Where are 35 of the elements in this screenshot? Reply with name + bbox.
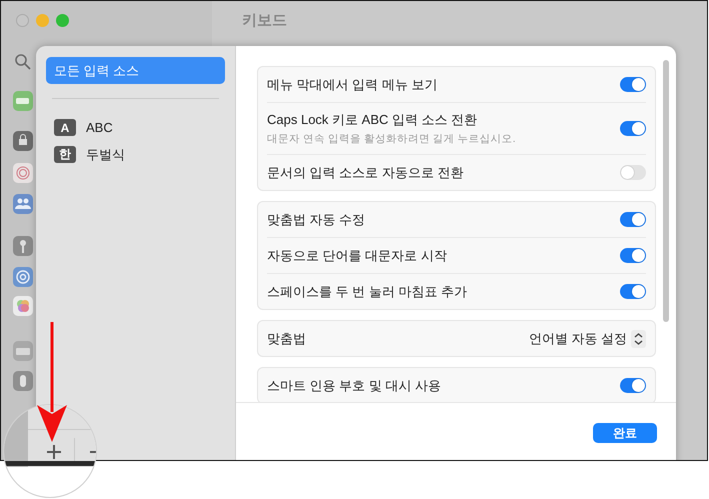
input-source-item[interactable]: 한 두벌식 (46, 141, 225, 168)
setting-label: 맞춤법 자동 수정 (267, 210, 366, 228)
setting-label: 자동으로 단어를 대문자로 시작 (267, 246, 447, 264)
setting-label: 문서의 입력 소스로 자동으로 전환 (267, 164, 464, 182)
toggle-switch[interactable] (620, 121, 646, 136)
done-button[interactable]: 완료 (593, 423, 657, 443)
toggle-switch[interactable] (620, 77, 646, 92)
source-badge: 한 (54, 146, 76, 163)
setting-label: Caps Lock 키로 ABC 입력 소스 전환 (267, 111, 478, 129)
scrollbar[interactable] (663, 60, 669, 322)
setting-label: 스마트 인용 부호 및 대시 사용 (267, 376, 442, 394)
input-source-item[interactable]: A ABC (46, 114, 225, 141)
people-icon[interactable] (13, 194, 33, 214)
lock-icon[interactable] (13, 131, 33, 151)
key-icon[interactable] (13, 236, 33, 256)
keyboard-icon[interactable] (13, 341, 33, 361)
toggle-switch[interactable] (620, 165, 646, 180)
zoom-button[interactable] (56, 14, 69, 27)
plus-icon[interactable] (46, 444, 62, 460)
toggle-switch[interactable] (620, 248, 646, 263)
setting-label: 스페이스를 두 번 눌러 마침표 추가 (267, 282, 468, 300)
setting-label: 맞춤법 (267, 330, 306, 348)
battery-icon[interactable] (13, 91, 33, 111)
setting-label: 메뉴 막대에서 입력 메뉴 보기 (267, 76, 438, 94)
popup-value[interactable]: 언어별 자동 설정 (528, 330, 627, 348)
mouse-icon[interactable] (13, 371, 33, 391)
setting-description: 대문자 연속 입력을 활성화하려면 길게 누르십시오. (267, 132, 516, 146)
window-title: 키보드 (242, 11, 288, 30)
toggle-switch[interactable] (620, 284, 646, 299)
chevron-up-down-icon[interactable] (631, 330, 646, 348)
search-icon (13, 52, 33, 72)
source-badge: A (54, 119, 76, 136)
toggle-switch[interactable] (620, 212, 646, 227)
toggle-switch[interactable] (620, 378, 646, 393)
color-circles-icon[interactable] (13, 296, 33, 316)
